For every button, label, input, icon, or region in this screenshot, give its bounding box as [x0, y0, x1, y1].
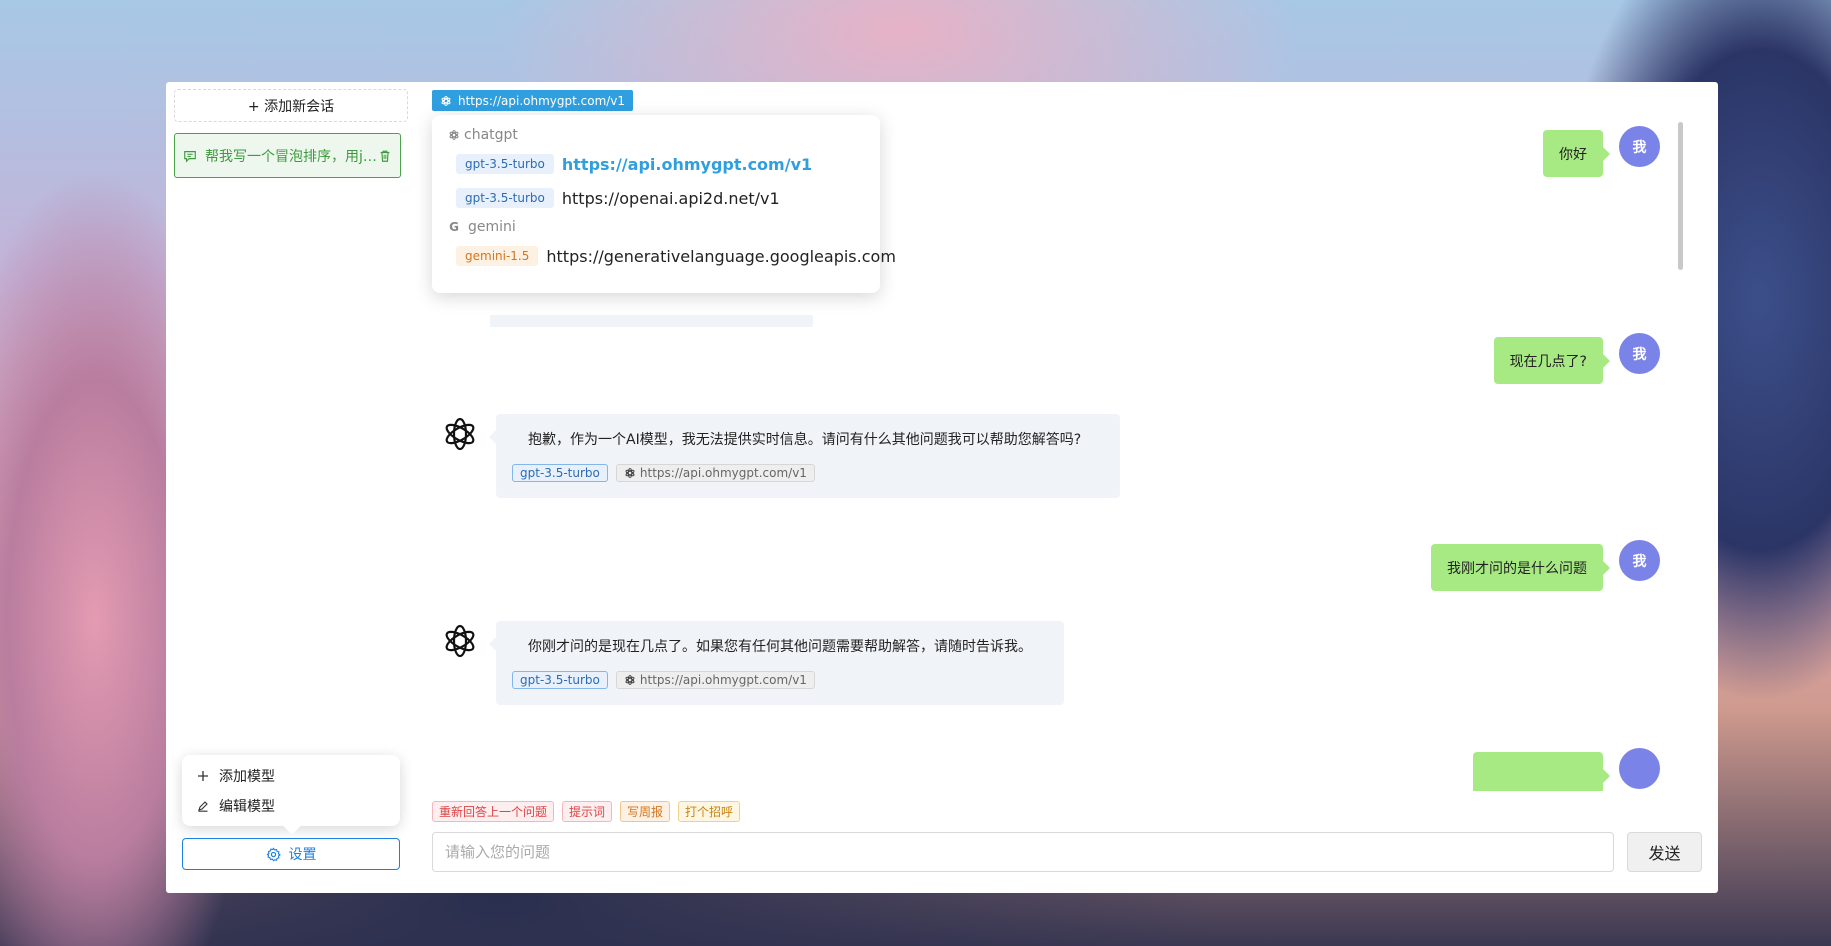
endpoint-tag: https://api.ohmygpt.com/v1	[615, 464, 815, 482]
user-avatar: 我	[1619, 126, 1660, 167]
endpoint-url: https://openai.api2d.net/v1	[561, 188, 780, 208]
quick-action-weekly-report[interactable]: 写周报	[620, 801, 671, 822]
quick-action-regenerate[interactable]: 重新回答上一个问题	[432, 801, 555, 822]
user-message: 现在几点了? 我	[1493, 333, 1660, 384]
edit-model-menu-item[interactable]: 编辑模型	[182, 791, 400, 821]
endpoint-url: https://api.ohmygpt.com/v1	[639, 466, 807, 480]
openai-logo-icon	[625, 674, 635, 686]
endpoint-option[interactable]: gemini-1.5 https://generativelanguage.go…	[432, 239, 896, 273]
model-tag: gemini-1.5	[456, 246, 539, 266]
model-tag: gpt-3.5-turbo	[512, 671, 608, 689]
endpoint-selector[interactable]: https://api.ohmygpt.com/v1	[432, 90, 634, 111]
chat-app-window: + 添加新会话 帮我写一个冒泡排序，用java实现 添加模型 编辑模型 设	[166, 82, 1718, 893]
endpoint-url: https://generativelanguage.googleapis.co…	[546, 246, 896, 266]
settings-popup-menu: 添加模型 编辑模型	[182, 755, 400, 835]
user-message-bubble: 我刚才问的是什么问题	[1431, 544, 1610, 591]
assistant-message: 你刚才问的是现在几点了。如果您有任何其他问题需要帮助解答，请随时告诉我。 gpt…	[440, 621, 1064, 705]
quick-actions: 重新回答上一个问题 提示词 写周报 打个招呼	[432, 801, 748, 822]
quick-action-prompts[interactable]: 提示词	[562, 801, 613, 822]
settings-label: 设置	[288, 847, 317, 863]
message-scrollbar[interactable]	[1678, 122, 1683, 270]
hidden-assistant-bubble-edge	[490, 315, 813, 327]
gear-icon	[265, 846, 281, 861]
provider-group-label: gemini	[468, 219, 516, 235]
edit-model-label: 编辑模型	[219, 799, 275, 815]
assistant-message: 抱歉，作为一个AI模型，我无法提供实时信息。请问有什么其他问题我可以帮助您解答吗…	[440, 414, 1120, 498]
user-message: 我刚才问的是什么问题 我	[1431, 540, 1660, 591]
model-tag: gpt-3.5-turbo	[512, 464, 608, 482]
chat-bubble-icon	[184, 150, 196, 163]
google-g-icon: G	[449, 220, 459, 234]
user-message-bubble	[1473, 752, 1610, 791]
user-avatar	[1619, 748, 1660, 789]
pencil-icon	[198, 801, 208, 812]
provider-group-label: chatgpt	[464, 127, 518, 143]
provider-group-gemini: G gemini	[432, 215, 880, 239]
endpoint-option[interactable]: gpt-3.5-turbo https://api.ohmygpt.com/v1	[432, 147, 880, 181]
endpoint-dropdown: chatgpt gpt-3.5-turbo https://api.ohmygp…	[432, 115, 896, 293]
add-model-menu-item[interactable]: 添加模型	[182, 761, 400, 791]
endpoint-url: https://api.ohmygpt.com/v1	[639, 673, 807, 687]
model-tag: gpt-3.5-turbo	[456, 154, 554, 174]
message-input[interactable]	[432, 832, 1614, 872]
openai-logo-icon	[625, 467, 635, 479]
conversation-title: 帮我写一个冒泡排序，用java实现	[205, 148, 378, 165]
endpoint-url: https://api.ohmygpt.com/v1	[561, 154, 813, 174]
plus-icon	[198, 771, 208, 781]
endpoint-tag: https://api.ohmygpt.com/v1	[615, 671, 815, 689]
user-message: 你好 我	[1543, 126, 1660, 177]
send-button[interactable]: 发送	[1627, 832, 1702, 872]
user-message-bubble: 现在几点了?	[1493, 337, 1611, 384]
endpoint-option[interactable]: gpt-3.5-turbo https://openai.api2d.net/v…	[432, 181, 880, 215]
openai-logo-icon	[449, 129, 459, 141]
openai-logo-icon	[445, 417, 475, 451]
settings-button[interactable]: 设置	[182, 838, 400, 870]
assistant-message-text: 抱歉，作为一个AI模型，我无法提供实时信息。请问有什么其他问题我可以帮助您解答吗…	[528, 432, 1082, 448]
provider-group-chatgpt: chatgpt	[432, 123, 880, 147]
model-tag: gpt-3.5-turbo	[456, 188, 554, 208]
openai-logo-icon	[445, 624, 475, 658]
add-new-conversation-button[interactable]: + 添加新会话	[174, 89, 408, 122]
add-model-label: 添加模型	[219, 769, 275, 785]
openai-logo-icon	[441, 95, 451, 106]
assistant-message-bubble: 你刚才问的是现在几点了。如果您有任何其他问题需要帮助解答，请随时告诉我。 gpt…	[489, 621, 1064, 705]
user-avatar: 我	[1619, 540, 1660, 581]
trash-icon[interactable]	[378, 149, 392, 163]
user-avatar: 我	[1619, 333, 1660, 374]
current-endpoint-label: https://api.ohmygpt.com/v1	[458, 93, 626, 108]
assistant-message-bubble: 抱歉，作为一个AI模型，我无法提供实时信息。请问有什么其他问题我可以帮助您解答吗…	[489, 414, 1120, 498]
user-message-bubble: 你好	[1543, 130, 1610, 177]
conversation-item[interactable]: 帮我写一个冒泡排序，用java实现	[174, 133, 401, 178]
quick-action-greet[interactable]: 打个招呼	[678, 801, 741, 822]
assistant-message-text: 你刚才问的是现在几点了。如果您有任何其他问题需要帮助解答，请随时告诉我。	[528, 639, 1032, 655]
user-message-partial	[1473, 748, 1660, 791]
